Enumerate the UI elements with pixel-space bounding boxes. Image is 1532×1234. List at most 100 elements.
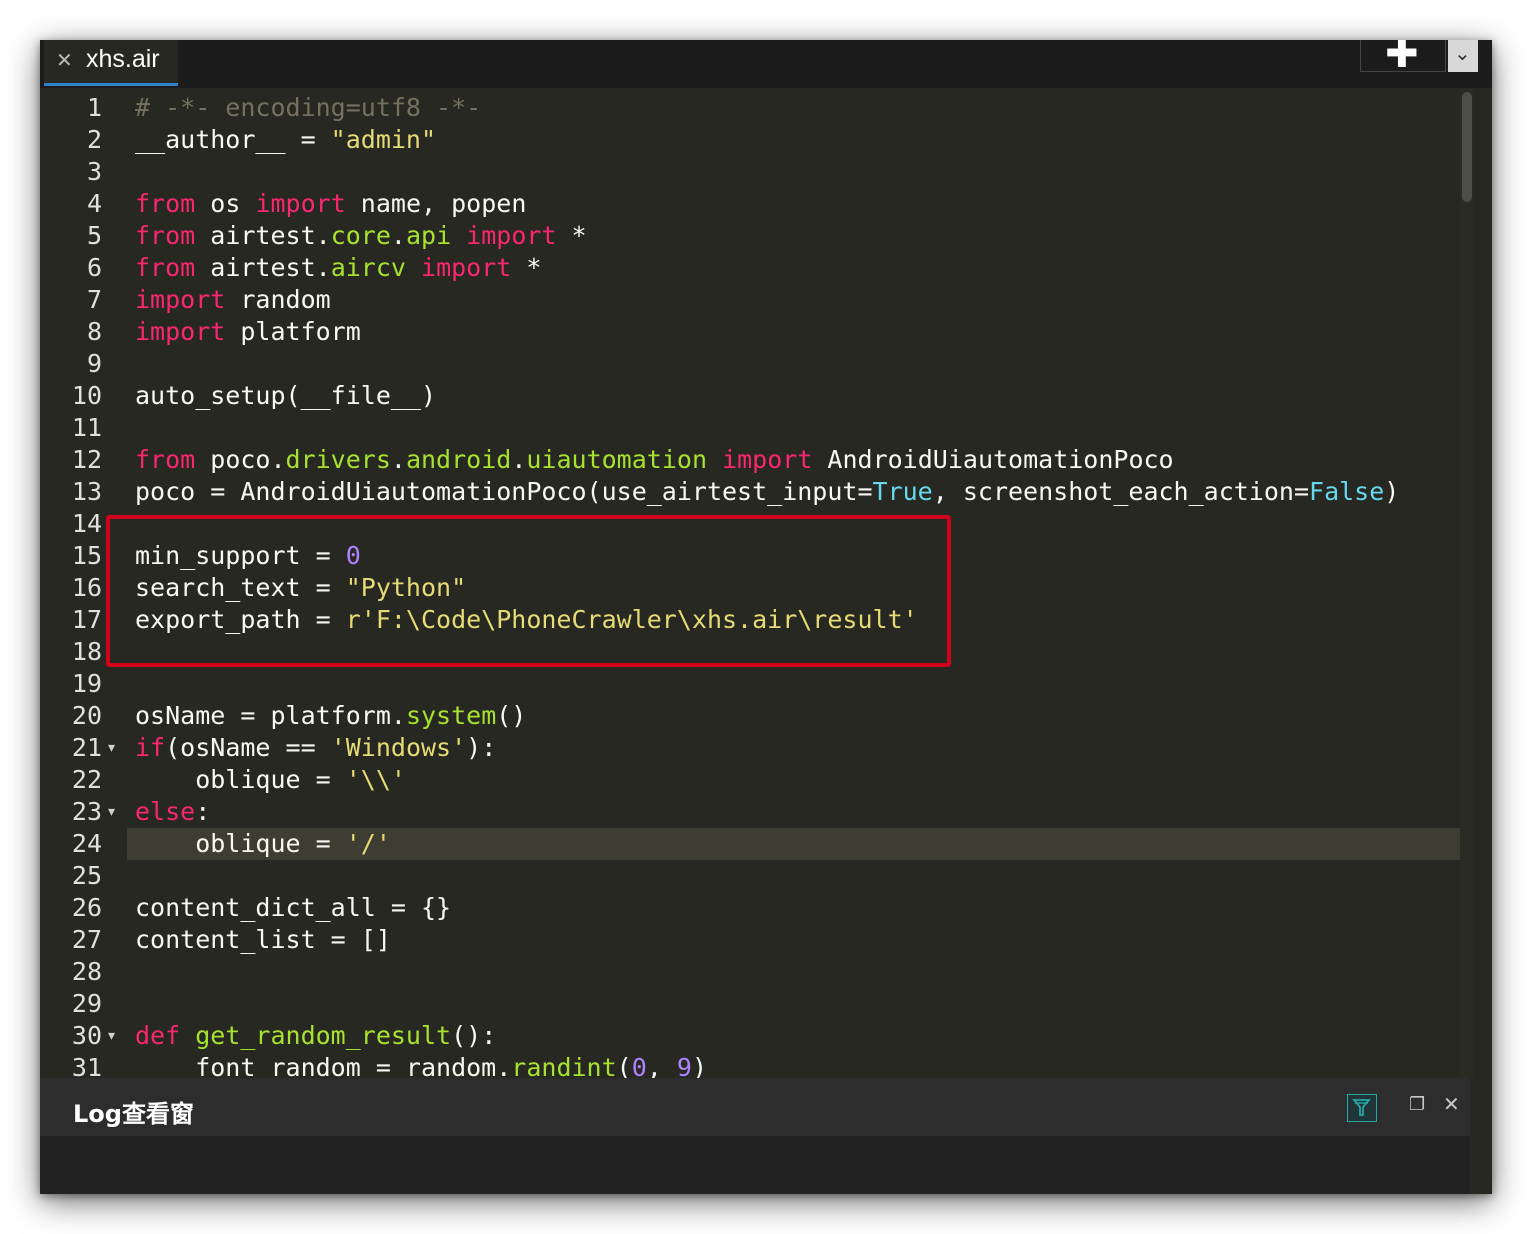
code-token: import bbox=[466, 221, 557, 250]
code-token: : bbox=[195, 797, 211, 826]
line-number: 24 bbox=[71, 829, 102, 858]
line-number: 16 bbox=[71, 573, 102, 602]
tab-xhs-air[interactable]: ✕ xhs.air bbox=[44, 40, 178, 86]
tab-close-icon[interactable]: ✕ bbox=[56, 48, 73, 72]
code-token: from bbox=[135, 253, 196, 282]
code-token: . bbox=[511, 445, 527, 474]
code-token: oblique = bbox=[135, 765, 346, 794]
code-line[interactable]: 25 bbox=[40, 860, 1460, 892]
code-line[interactable]: 26 content_dict_all = {} bbox=[40, 892, 1460, 924]
restore-icon[interactable]: ❐ bbox=[1409, 1094, 1425, 1115]
code-text: import random bbox=[135, 284, 331, 316]
fold-arrow-icon[interactable]: ▾ bbox=[108, 732, 115, 764]
code-line[interactable]: 22 oblique = '\\' bbox=[40, 764, 1460, 796]
code-line[interactable]: 2 __author__ = "admin" bbox=[40, 124, 1460, 156]
code-token: osName = platform. bbox=[135, 701, 406, 730]
code-token: import bbox=[135, 317, 226, 346]
code-token: from bbox=[135, 221, 196, 250]
line-number: 2 bbox=[86, 125, 102, 154]
log-panel-body bbox=[40, 1136, 1470, 1194]
code-line[interactable]: 19 bbox=[40, 668, 1460, 700]
code-line[interactable]: 20 osName = platform.system() bbox=[40, 700, 1460, 732]
code-token: android bbox=[405, 445, 512, 474]
filter-button[interactable] bbox=[1347, 1094, 1377, 1122]
close-icon[interactable]: ✕ bbox=[1443, 1092, 1460, 1116]
code-line[interactable]: 23 ▾ else: bbox=[40, 796, 1460, 828]
add-tab-icon[interactable]: ✚ bbox=[1385, 40, 1419, 74]
code-line[interactable]: 1 # -*- encoding=utf8 -*- bbox=[40, 92, 1460, 124]
code-line[interactable]: 10 auto_setup(__file__) bbox=[40, 380, 1460, 412]
code-line[interactable]: 6 from airtest.aircv import * bbox=[40, 252, 1460, 284]
code-token: ) bbox=[1384, 477, 1400, 506]
code-line[interactable]: 31 font_random = random.randint(0, 9) bbox=[40, 1052, 1460, 1078]
line-number: 23 bbox=[71, 797, 102, 826]
line-number: 21 bbox=[71, 733, 102, 762]
tab-label: xhs.air bbox=[86, 45, 160, 73]
code-token: font_random = random. bbox=[135, 1053, 512, 1078]
code-token: api bbox=[405, 221, 452, 250]
line-number: 29 bbox=[71, 989, 102, 1018]
code-line[interactable]: 24 oblique = '/' bbox=[40, 828, 1461, 860]
line-number: 17 bbox=[71, 605, 102, 634]
line-number: 1 bbox=[86, 93, 102, 122]
code-token: , screenshot_each_action= bbox=[932, 477, 1310, 506]
code-line[interactable]: 9 bbox=[40, 348, 1460, 380]
code-line[interactable]: 13 poco = AndroidUiautomationPoco(use_air… bbox=[40, 476, 1460, 508]
code-token: else bbox=[135, 797, 196, 826]
code-token: (osName == bbox=[165, 733, 331, 762]
code-token: * bbox=[511, 253, 542, 282]
code-line[interactable]: 12 from poco.drivers.android.uiautomation… bbox=[40, 444, 1460, 476]
code-line[interactable]: 8 import platform bbox=[40, 316, 1460, 348]
code-token: "admin" bbox=[330, 125, 437, 154]
line-number: 11 bbox=[71, 413, 102, 442]
code-line[interactable]: 11 bbox=[40, 412, 1460, 444]
code-token: * bbox=[556, 221, 587, 250]
scrollbar-thumb[interactable] bbox=[1462, 92, 1472, 202]
code-line[interactable]: 29 bbox=[40, 988, 1460, 1020]
code-line[interactable]: 7 import random bbox=[40, 284, 1460, 316]
code-line[interactable]: 3 bbox=[40, 156, 1460, 188]
code-token: import bbox=[722, 445, 813, 474]
code-text: from os import name, popen bbox=[135, 188, 526, 220]
code-token: (): bbox=[451, 1021, 497, 1050]
code-token: '/' bbox=[345, 829, 391, 858]
code-token: ) bbox=[691, 1053, 708, 1078]
code-token: from bbox=[135, 445, 196, 474]
editor-scrollbar[interactable] bbox=[1460, 88, 1474, 1078]
code-token: system bbox=[405, 701, 497, 730]
code-token: from bbox=[135, 189, 196, 218]
code-line[interactable]: 28 bbox=[40, 956, 1460, 988]
line-number: 27 bbox=[71, 925, 102, 954]
code-token: os bbox=[195, 189, 256, 218]
code-line[interactable]: 4 from os import name, popen bbox=[40, 188, 1460, 220]
code-text: content_list = [] bbox=[135, 924, 391, 956]
code-token: auto_setup(__file__) bbox=[135, 381, 437, 410]
line-number: 4 bbox=[86, 189, 102, 218]
tab-dropdown-button[interactable]: ⌄ bbox=[1448, 40, 1478, 72]
filter-icon bbox=[1352, 1099, 1371, 1116]
line-number: 26 bbox=[71, 893, 102, 922]
code-token: '\\' bbox=[345, 765, 406, 794]
code-token: poco. bbox=[195, 445, 286, 474]
code-token: ( bbox=[616, 1053, 632, 1078]
code-line[interactable]: 27 content_list = [] bbox=[40, 924, 1460, 956]
code-token: True bbox=[872, 477, 933, 506]
code-line[interactable]: 21 ▾ if(osName == 'Windows'): bbox=[40, 732, 1460, 764]
fold-arrow-icon[interactable]: ▾ bbox=[108, 1020, 115, 1052]
line-number: 7 bbox=[86, 285, 102, 314]
line-number: 25 bbox=[71, 861, 102, 890]
code-line[interactable]: 5 from airtest.core.api import * bbox=[40, 220, 1460, 252]
code-token: content_dict_all = {} bbox=[135, 893, 452, 922]
code-line[interactable]: 30 ▾ def get_random_result(): bbox=[40, 1020, 1460, 1052]
line-number: 3 bbox=[86, 157, 102, 186]
line-number: 18 bbox=[71, 637, 102, 666]
line-number: 6 bbox=[86, 253, 102, 282]
line-number: 30 bbox=[71, 1021, 102, 1050]
log-panel-header: Log查看窗 ❐ ✕ bbox=[40, 1078, 1470, 1136]
fold-arrow-icon[interactable]: ▾ bbox=[108, 796, 115, 828]
line-number: 28 bbox=[71, 957, 102, 986]
line-number: 5 bbox=[86, 221, 102, 250]
code-token: drivers bbox=[285, 445, 391, 474]
